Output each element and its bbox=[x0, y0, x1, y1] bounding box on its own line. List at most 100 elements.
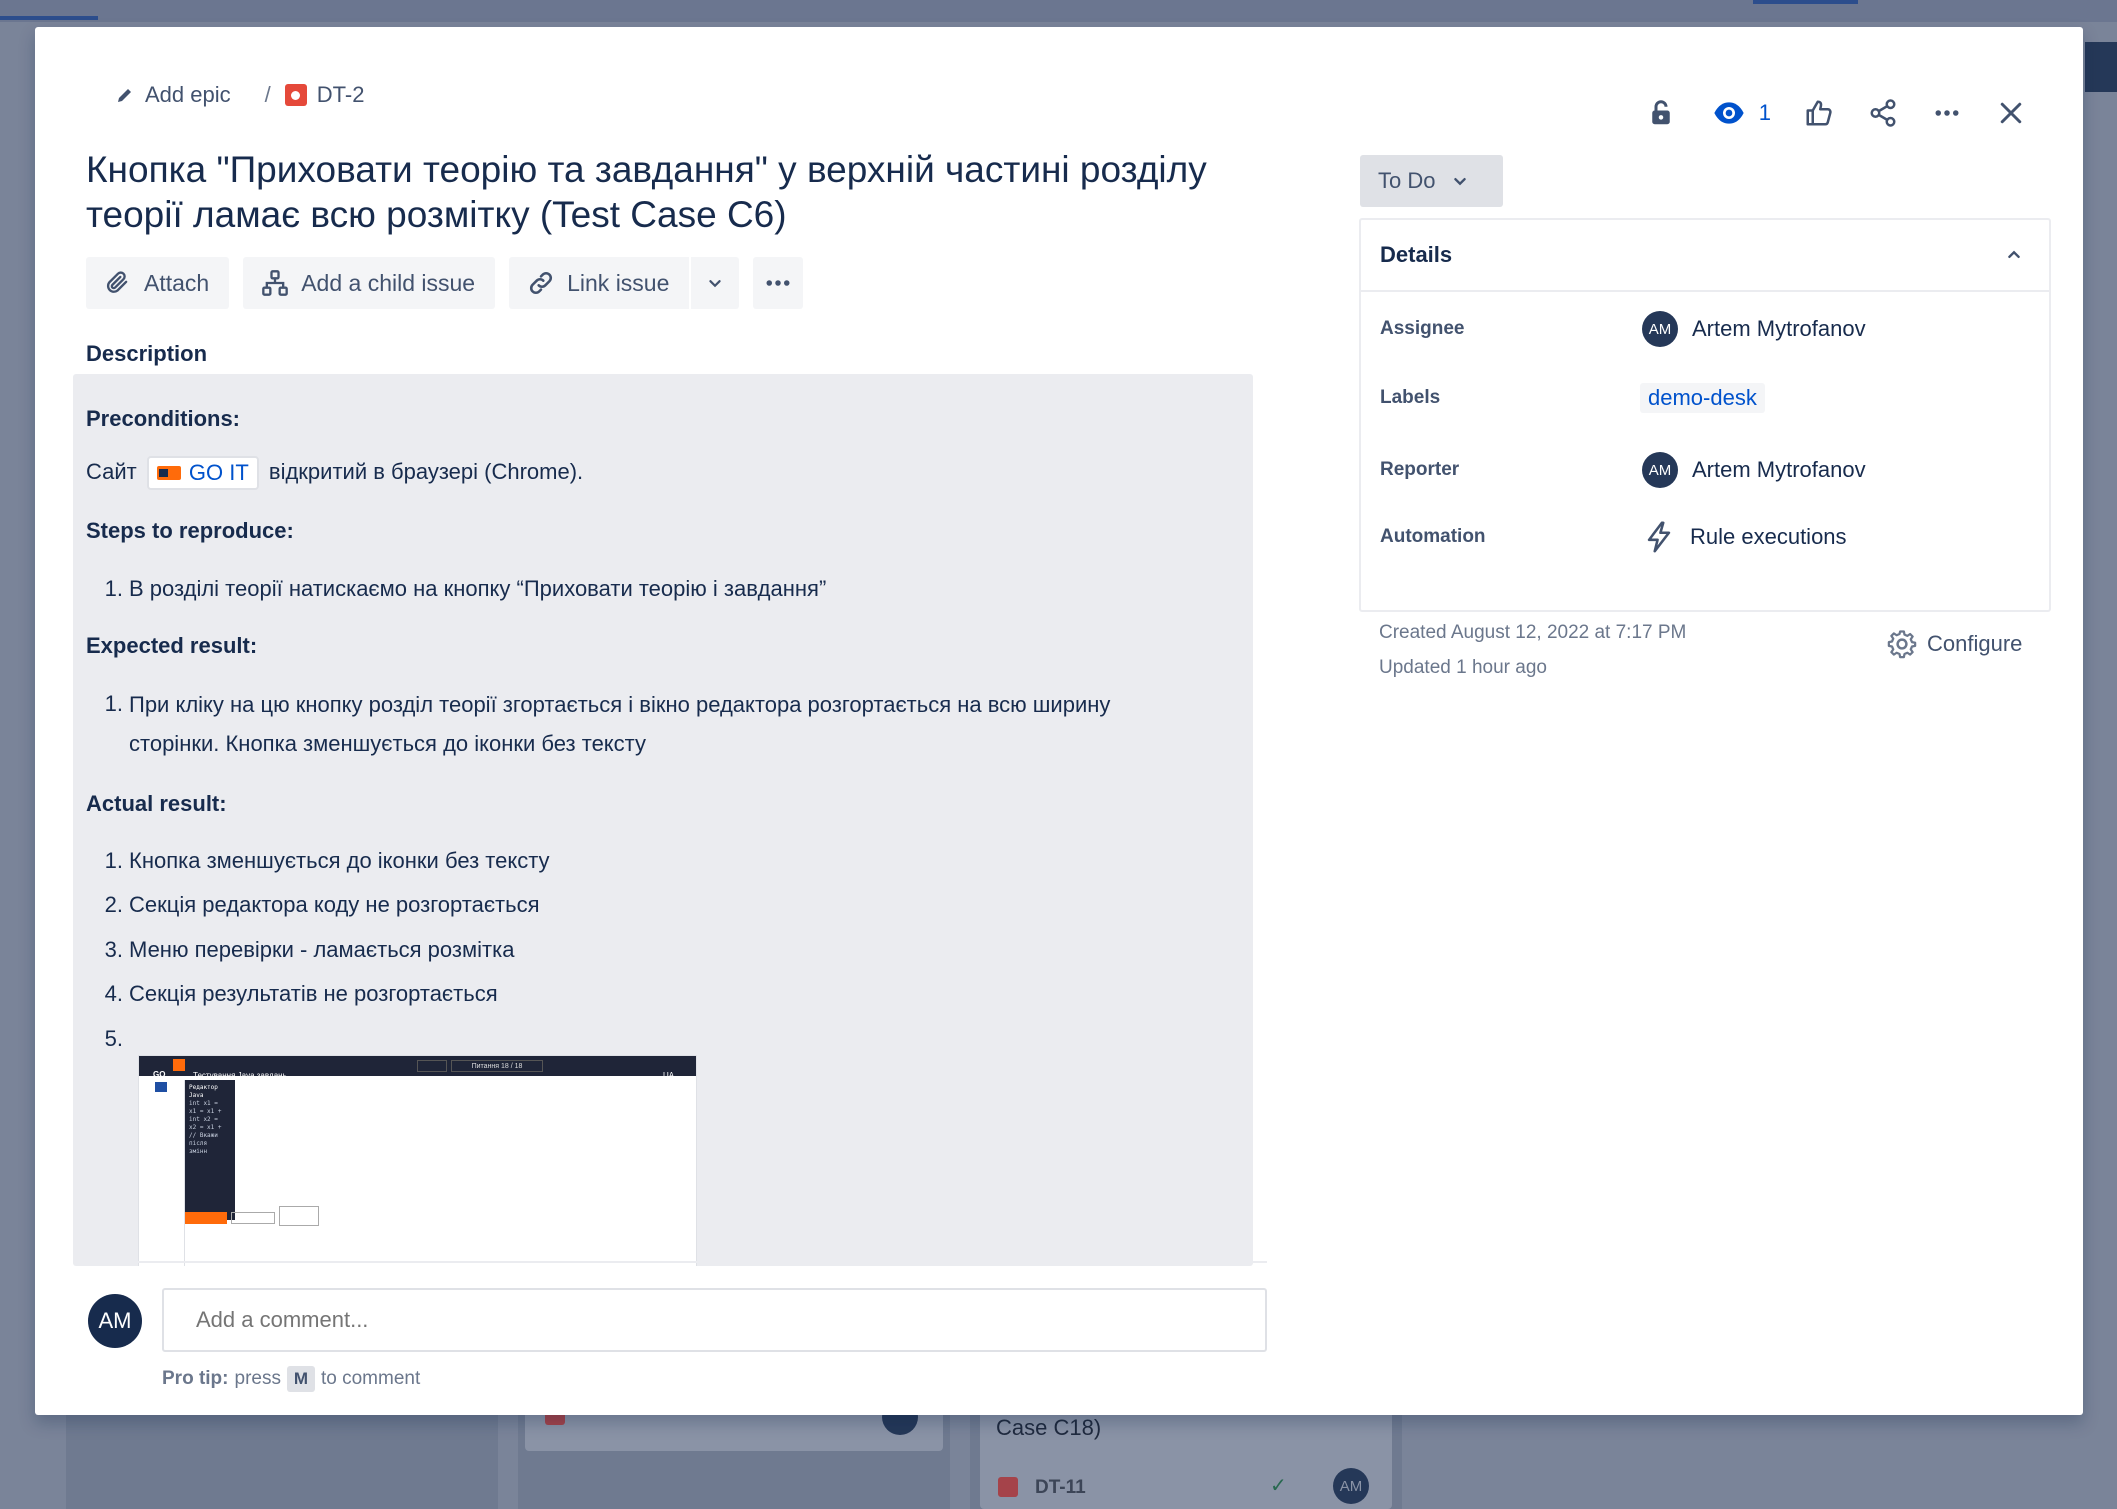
details-panel: Details Assignee AM Artem Mytrofanov Lab… bbox=[1359, 218, 2051, 612]
code-line: // Вкажи bbox=[189, 1132, 218, 1139]
list-item: 2. Секція редактора коду не розгортається bbox=[99, 890, 540, 920]
automation-row: Automation Rule executions bbox=[1380, 520, 1847, 554]
labels-value[interactable]: demo-desk bbox=[1640, 383, 1765, 413]
details-header[interactable]: Details bbox=[1361, 220, 2049, 292]
labels-row: Labels demo-desk bbox=[1380, 383, 1765, 413]
board-tab-indicator bbox=[1753, 0, 1858, 4]
issue-title[interactable]: Кнопка "Приховати теорію та завдання" у … bbox=[86, 147, 1286, 237]
attachment-sidebar-icon bbox=[155, 1082, 167, 1092]
list-text: При кліку на цю кнопку розділ теорії зго… bbox=[129, 685, 1110, 763]
attachment-image[interactable]: GO Тестування Java завдань Питання 18 / … bbox=[138, 1055, 697, 1266]
status-label: To Do bbox=[1378, 168, 1436, 193]
automation-label: Automation bbox=[1380, 526, 1486, 547]
card-key: DT-11 bbox=[1035, 1477, 1086, 1498]
code-line: після bbox=[189, 1140, 208, 1147]
reporter-name: Artem Mytrofanov bbox=[1692, 457, 1866, 482]
keyboard-shortcut: M bbox=[286, 1366, 315, 1392]
restrictions-button[interactable] bbox=[1639, 91, 1683, 135]
list-number: 5. bbox=[104, 1026, 123, 1051]
more-icon bbox=[1935, 110, 1959, 116]
issue-key-link[interactable]: DT-2 bbox=[284, 82, 364, 108]
link-issue-dropdown[interactable] bbox=[689, 257, 740, 309]
breadcrumb-separator: / bbox=[264, 82, 271, 107]
assignee-label: Assignee bbox=[1380, 318, 1465, 339]
add-epic-button[interactable]: Add epic bbox=[107, 78, 239, 112]
details-heading: Details bbox=[1380, 242, 1453, 267]
rule-executions-link[interactable]: Rule executions bbox=[1690, 524, 1847, 550]
watch-button[interactable]: 1 bbox=[1707, 91, 1777, 135]
list-number: 3. bbox=[104, 937, 123, 962]
goit-inline-link[interactable]: GO IT bbox=[146, 456, 259, 490]
avatar: AM bbox=[1333, 1468, 1369, 1504]
toolbar-more-button[interactable] bbox=[753, 257, 804, 309]
share-button[interactable] bbox=[1861, 91, 1905, 135]
issue-modal: Add epic / DT-2 1 Кнопка "Приховати теор… bbox=[35, 27, 2083, 1415]
attachment-logo-mark bbox=[173, 1059, 185, 1071]
list-number: 4. bbox=[104, 981, 123, 1006]
comment-input[interactable] bbox=[162, 1288, 1267, 1352]
add-child-issue-button[interactable]: Add a child issue bbox=[243, 257, 496, 309]
attachment-code: Редактор Java int x1 = x1 = x1 + int x2 … bbox=[189, 1084, 235, 1156]
attachment-header: GO Тестування Java завдань Питання 18 / … bbox=[139, 1056, 696, 1080]
vote-button[interactable] bbox=[1797, 91, 1841, 135]
code-line: змінн bbox=[189, 1148, 208, 1155]
pro-tip: Pro tip: press M to comment bbox=[162, 1366, 420, 1392]
list-text-line: При кліку на цю кнопку розділ теорії зго… bbox=[129, 692, 1111, 717]
attachment-reset-button bbox=[231, 1212, 275, 1224]
pro-tip-text: press bbox=[234, 1368, 281, 1389]
chevron-down-icon bbox=[1454, 177, 1467, 186]
code-line: x1 = x1 + bbox=[189, 1108, 222, 1115]
bug-icon bbox=[284, 84, 307, 106]
thumbs-up-icon bbox=[1806, 100, 1832, 126]
share-icon bbox=[1870, 99, 1896, 127]
link-icon bbox=[530, 271, 553, 295]
pro-tip-label: Pro tip: bbox=[162, 1368, 229, 1389]
lock-icon bbox=[1652, 100, 1670, 125]
status-dropdown[interactable]: To Do bbox=[1360, 155, 1503, 207]
hierarchy-icon bbox=[262, 270, 289, 296]
reporter-value[interactable]: AM Artem Mytrofanov bbox=[1642, 452, 1866, 488]
link-issue-label: Link issue bbox=[567, 269, 670, 296]
expected-heading: Expected result: bbox=[86, 633, 258, 658]
eye-icon bbox=[1714, 102, 1744, 124]
attach-button[interactable]: Attach bbox=[86, 257, 230, 309]
board-edge bbox=[2085, 42, 2117, 92]
assignee-value[interactable]: AM Artem Mytrofanov bbox=[1642, 311, 1866, 347]
more-icon bbox=[766, 280, 790, 286]
avatar: AM bbox=[1642, 452, 1678, 488]
configure-button[interactable]: Configure bbox=[1887, 629, 2022, 659]
board-tab-indicator bbox=[0, 16, 98, 20]
precondition-prefix: Сайт bbox=[86, 458, 137, 484]
automation-value[interactable]: Rule executions bbox=[1642, 520, 1847, 554]
attachment-check-button bbox=[185, 1212, 227, 1224]
card-summary: Case C18) bbox=[996, 1415, 1102, 1440]
list-number: 2. bbox=[104, 892, 123, 917]
label-chip[interactable]: demo-desk bbox=[1640, 383, 1765, 413]
list-item: 4. Секція результатів не розгортається bbox=[99, 979, 498, 1009]
close-icon bbox=[2000, 102, 2022, 124]
list-number: 1. bbox=[104, 691, 123, 716]
precondition-line: Сайт GO IT відкритий в браузері (Chrome)… bbox=[86, 456, 583, 490]
more-actions-button[interactable] bbox=[1925, 91, 1969, 135]
header-actions: 1 bbox=[1619, 91, 2033, 135]
close-button[interactable] bbox=[1989, 91, 2033, 135]
reporter-label: Reporter bbox=[1380, 459, 1460, 480]
list-item: 5. bbox=[99, 1024, 129, 1054]
description-field[interactable]: Preconditions: Сайт GO IT відкритий в бр… bbox=[73, 374, 1253, 1266]
assignee-name: Artem Mytrofanov bbox=[1692, 316, 1866, 341]
code-line: x2 = x1 + bbox=[189, 1124, 222, 1131]
list-number: 1. bbox=[104, 848, 123, 873]
add-child-issue-label: Add a child issue bbox=[301, 269, 476, 296]
add-epic-label: Add epic bbox=[145, 82, 231, 107]
list-text: Секція результатів не розгортається bbox=[129, 981, 498, 1006]
precondition-suffix: відкритий в браузері (Chrome). bbox=[268, 458, 584, 484]
list-text: Секція редактора коду не розгортається bbox=[129, 892, 540, 917]
attachment-lang: UA bbox=[663, 1071, 675, 1080]
link-issue-button[interactable]: Link issue bbox=[509, 257, 690, 309]
list-text: Меню перевірки - ламається розмітка bbox=[129, 937, 515, 962]
list-item: 1. Кнопка зменшується до іконки без текст… bbox=[99, 846, 550, 876]
attachment-back-button bbox=[417, 1060, 447, 1072]
gear-icon bbox=[1887, 630, 1917, 659]
lightning-icon bbox=[1647, 521, 1671, 553]
attachment-editor-label: Редактор Java bbox=[189, 1084, 218, 1099]
